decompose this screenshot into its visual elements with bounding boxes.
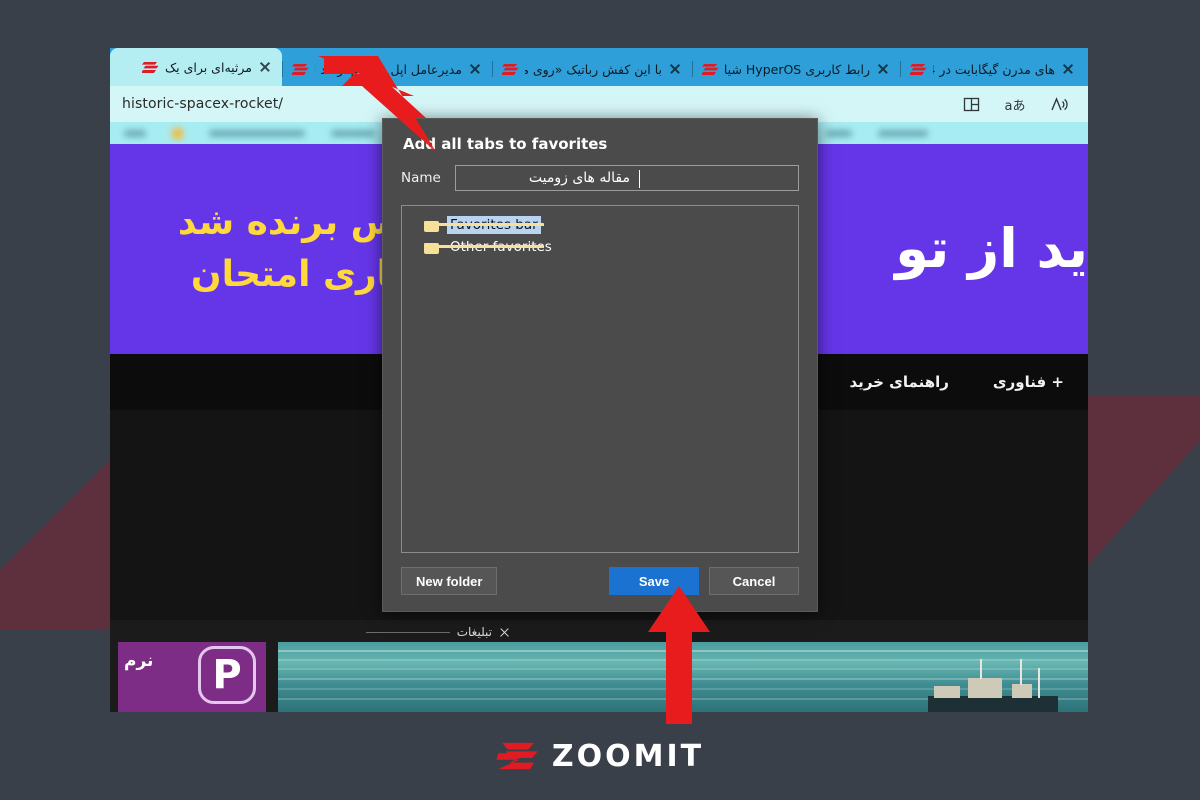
bookmark-item[interactable] <box>826 129 852 137</box>
ad-close-icon[interactable] <box>499 627 510 638</box>
article-hero-image[interactable] <box>278 642 1088 712</box>
ad-logo-icon: P <box>198 646 256 704</box>
tab-close-icon[interactable] <box>1061 62 1075 76</box>
folder-tree-item-1[interactable]: Other favorites <box>402 236 798 258</box>
tab-separator <box>492 61 493 77</box>
cancel-button[interactable]: Cancel <box>709 567 799 595</box>
browser-tab-strip: مرثیه‌ای برای یک مدیرعامل اپل با مقام ارش… <box>110 48 1088 86</box>
split-screen-icon[interactable] <box>960 93 982 115</box>
new-folder-button[interactable]: New folder <box>401 567 498 595</box>
ad-thumbnail[interactable]: P نرم <box>118 642 266 712</box>
dialog-name-row: Name مقاله های زومیت <box>383 153 817 191</box>
tab-close-icon[interactable] <box>876 62 890 76</box>
ad-label-text: تبلیغات <box>456 625 492 639</box>
hero-right-text: ید از تو <box>788 144 1088 354</box>
folder-name-input[interactable]: مقاله های زومیت <box>454 165 799 191</box>
folder-icon <box>424 219 544 232</box>
dialog-button-row: New folder Save Cancel <box>383 553 817 611</box>
nav-item-1[interactable]: راهنمای خرید <box>850 373 949 391</box>
browser-tab-0[interactable]: مرثیه‌ای برای یک <box>110 48 282 86</box>
tab-separator <box>282 61 283 77</box>
folder-tree-item-0[interactable]: Favorites bar <box>402 214 798 236</box>
tab-title: مدیرعامل اپل با مقام ارشد اروپا دید <box>315 61 462 77</box>
tab-title: های مدرن گیگابایت در 2024 <box>933 61 1055 77</box>
save-button[interactable]: Save <box>609 567 699 595</box>
tab-title: مرثیه‌ای برای یک <box>164 59 252 75</box>
text-caret <box>639 170 640 188</box>
read-aloud-icon[interactable] <box>1048 93 1070 115</box>
ad-label-rule <box>365 631 450 633</box>
bookmark-item[interactable] <box>878 129 928 137</box>
dialog-title: Add all tabs to favorites <box>403 135 608 153</box>
folder-icon <box>424 241 544 254</box>
browser-tab-1[interactable]: مدیرعامل اپل با مقام ارشد اروپا دید <box>282 52 492 86</box>
zoomit-favicon <box>702 63 719 76</box>
bottom-ad-strip: تبلیغات P نرم <box>110 620 1088 712</box>
address-bar-url[interactable]: historic-spacex-rocket/ <box>122 96 283 112</box>
tab-close-icon[interactable] <box>258 60 272 74</box>
bookmark-item[interactable] <box>172 127 183 139</box>
zoomit-footer-logo: ZOOMIT <box>0 712 1200 800</box>
translate-icon[interactable]: aあ <box>1004 93 1026 115</box>
tab-separator <box>692 61 693 77</box>
ad-thumb-text: نرم <box>124 651 154 671</box>
screenshot-root: مرثیه‌ای برای یک مدیرعامل اپل با مقام ارش… <box>0 0 1200 800</box>
tab-close-icon[interactable] <box>668 62 682 76</box>
address-bar-icons: aあ <box>960 93 1076 115</box>
folder-name-value: مقاله های زومیت <box>528 170 630 186</box>
bookmark-item[interactable] <box>331 129 375 137</box>
zoomit-favicon <box>292 63 309 76</box>
zoomit-favicon <box>502 63 519 76</box>
boat-illustration <box>928 659 1058 712</box>
bookmark-item[interactable] <box>209 129 305 137</box>
favorites-folder-tree[interactable]: Favorites barOther favorites <box>401 205 799 553</box>
zoomit-logo-icon <box>496 742 538 770</box>
tab-close-icon[interactable] <box>468 62 482 76</box>
zoomit-favicon <box>141 61 159 74</box>
name-label: Name <box>401 170 441 186</box>
nav-item-0[interactable]: + فناوری <box>993 373 1064 391</box>
tab-title: رابط کاربری HyperOS شیائومی زیر <box>725 61 870 77</box>
hero-left-text: شانس برنده شد ر آلپاری امتحان <box>110 144 465 354</box>
zoomit-logo-text: ZOOMIT <box>551 738 705 774</box>
browser-tab-3[interactable]: رابط کاربری HyperOS شیائومی زیر <box>692 52 900 86</box>
browser-tab-2[interactable]: با این کفش رباتیک «روی ماه راه برو <box>492 52 692 86</box>
ad-label-group: تبلیغات <box>365 625 510 639</box>
tab-separator <box>900 61 901 77</box>
browser-address-bar[interactable]: historic-spacex-rocket/ aあ <box>110 86 1088 122</box>
add-tabs-to-favorites-dialog: Add all tabs to favorites Name مقاله های… <box>382 118 818 612</box>
bookmark-item[interactable] <box>124 129 146 137</box>
tab-title: با این کفش رباتیک «روی ماه راه برو <box>525 61 662 77</box>
browser-tab-4[interactable]: های مدرن گیگابایت در 2024 <box>900 52 1085 86</box>
zoomit-favicon <box>910 63 927 76</box>
